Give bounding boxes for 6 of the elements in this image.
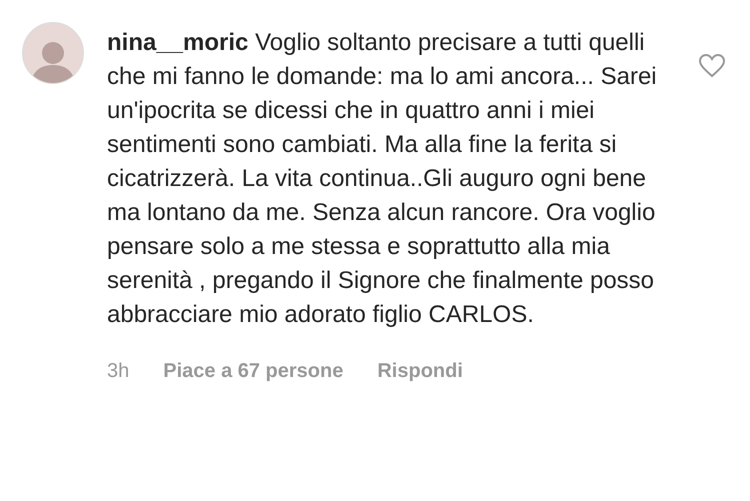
comment-text: nina__moric Voglio soltanto precisare a tutti quelli che mi fanno le domande: ma lo ami ancora... Sarei un'ipocrita se dicessi che in quattro anni i miei sentimenti sono cambiati. Ma alla fine la ferita si cicatrizzerà. La vita continua..Gli auguro ogni bene ma lontano da me. Senza alcun rancore. Ora voglio pensare solo a me stessa e soprattutto alla mia serenità , pregando il Signore che finalmente posso abbracciare mio adorato figlio CARLOS. [107, 28, 658, 330]
username-link[interactable]: nina__moric [107, 29, 248, 56]
comment-time: 3h [107, 359, 130, 384]
likes-count-button[interactable]: Piace a 67 persone [163, 356, 344, 386]
reply-button[interactable]: Rispondi [377, 356, 463, 386]
heart-icon[interactable] [699, 54, 725, 78]
